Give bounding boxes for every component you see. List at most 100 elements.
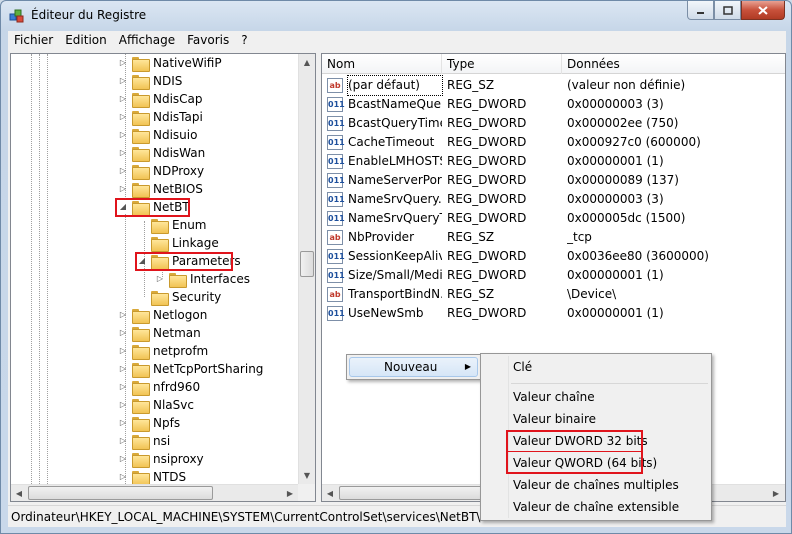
menu-item-valeur-chaine[interactable]: Valeur chaîne bbox=[513, 387, 595, 407]
tree-item[interactable]: ▷ NetBIOS bbox=[118, 180, 204, 198]
collapsed-arrow-icon[interactable]: ▷ bbox=[118, 454, 128, 464]
value-row[interactable]: 011 NameSrvQuery... REG_DWORD 0x00000003 (3… bbox=[322, 190, 785, 209]
scroll-left-icon[interactable]: ◀ bbox=[322, 485, 338, 501]
close-button[interactable] bbox=[741, 1, 785, 20]
menu-item-valeur-binaire[interactable]: Valeur binaire bbox=[513, 409, 596, 429]
folder-icon bbox=[132, 380, 150, 396]
scroll-right-icon[interactable]: ▶ bbox=[282, 485, 298, 501]
menu-item-cle[interactable]: Clé bbox=[513, 357, 532, 377]
menu-item-nouveau[interactable]: Nouveau ▶ bbox=[349, 357, 478, 377]
collapsed-arrow-icon[interactable]: ▷ bbox=[118, 76, 128, 86]
folder-icon bbox=[132, 470, 150, 484]
collapsed-arrow-icon[interactable]: ▷ bbox=[118, 184, 128, 194]
collapsed-arrow-icon[interactable]: ▷ bbox=[118, 112, 128, 122]
value-row[interactable]: 011 CacheTimeout REG_DWORD 0x000927c0 (6000… bbox=[322, 133, 785, 152]
tree-item[interactable]: ▷ Npfs bbox=[118, 414, 181, 432]
scroll-right-icon[interactable]: ▶ bbox=[768, 485, 784, 501]
value-row[interactable]: 011 EnableLMHOSTS REG_DWORD 0x00000001 (1) bbox=[322, 152, 785, 171]
tree-item[interactable]: ▷ NdisWan bbox=[118, 144, 206, 162]
tree-horizontal-scrollbar[interactable]: ◀ ▶ bbox=[11, 484, 299, 501]
scroll-up-icon[interactable]: ▲ bbox=[299, 54, 315, 71]
menu-item-valeur-chaine-extensible[interactable]: Valeur de chaîne extensible bbox=[513, 497, 679, 517]
menu-fichier[interactable]: Fichier bbox=[8, 31, 59, 50]
value-row[interactable]: 011SessionKeepAlive REG_DWORD 0x0036ee80 (… bbox=[322, 247, 785, 266]
tree-item[interactable]: ▷ NdisCap bbox=[118, 90, 204, 108]
collapsed-arrow-icon[interactable]: ▷ bbox=[155, 274, 165, 284]
tree-item[interactable]: ▷ NDIS bbox=[118, 72, 183, 90]
column-header-data[interactable]: Données bbox=[562, 54, 785, 74]
tree-item[interactable]: ▷ NdisTapi bbox=[118, 108, 204, 126]
tree-item[interactable]: Linkage bbox=[151, 234, 220, 252]
tree-item[interactable]: ▷ Netlogon bbox=[118, 306, 208, 324]
value-type: REG_DWORD bbox=[447, 211, 527, 225]
folder-icon bbox=[132, 452, 150, 468]
dword-value-icon: 011 bbox=[327, 306, 345, 321]
column-header-name[interactable]: Nom bbox=[322, 54, 442, 74]
scroll-down-icon[interactable]: ▼ bbox=[299, 467, 315, 484]
collapsed-arrow-icon[interactable]: ▷ bbox=[118, 346, 128, 356]
column-header-type[interactable]: Type bbox=[442, 54, 562, 74]
value-row[interactable]: 011Size/Small/Medi... REG_DWORD 0x00000001… bbox=[322, 266, 785, 285]
tree-item[interactable]: ▷ Netman bbox=[118, 324, 202, 342]
scroll-left-icon[interactable]: ◀ bbox=[11, 485, 27, 501]
tree-item[interactable]: Enum bbox=[151, 216, 207, 234]
new-submenu: Clé Valeur chaîne Valeur binaire Valeur … bbox=[480, 353, 712, 521]
menu-favoris[interactable]: Favoris bbox=[181, 31, 235, 50]
tree-item[interactable]: ▷ NTDS bbox=[118, 468, 187, 484]
value-row[interactable]: ab (par défaut) REG_SZ (valeur non définie) bbox=[322, 75, 785, 96]
value-data: 0x0036ee80 (3600000) bbox=[567, 249, 709, 263]
tree-item[interactable]: Security bbox=[151, 288, 222, 306]
tree-item[interactable]: ▷ nsi bbox=[118, 432, 171, 450]
folder-icon bbox=[169, 272, 187, 288]
collapsed-arrow-icon[interactable]: ▷ bbox=[118, 472, 128, 482]
tree-item-label: Linkage bbox=[172, 236, 219, 250]
tree-item-label: Npfs bbox=[153, 416, 181, 430]
key-tree-pane[interactable]: ▷ NativeWifiP ▷ NDIS ▷ NdisCap ▷ NdisTapi ▷ N… bbox=[10, 53, 316, 502]
value-row[interactable]: 011 NameServerPort REG_DWORD 0x00000089 (13… bbox=[322, 171, 785, 190]
tree-item-label: nfrd960 bbox=[153, 380, 201, 394]
collapsed-arrow-icon[interactable]: ▷ bbox=[118, 382, 128, 392]
value-row[interactable]: 011NameSrvQueryT... REG_DWORD 0x000005dc (… bbox=[322, 209, 785, 228]
value-type: REG_DWORD bbox=[447, 306, 527, 320]
tree-item[interactable]: ▷ nfrd960 bbox=[118, 378, 201, 396]
collapsed-arrow-icon[interactable]: ▷ bbox=[118, 94, 128, 104]
tree-vertical-scrollbar[interactable]: ▲ ▼ bbox=[298, 54, 315, 484]
collapsed-arrow-icon[interactable]: ▷ bbox=[118, 418, 128, 428]
tree-item[interactable]: ▷ Ndisuio bbox=[118, 126, 198, 144]
tree-item[interactable]: ▷ NDProxy bbox=[118, 162, 205, 180]
tree-item[interactable]: ▷ netprofm bbox=[118, 342, 209, 360]
tree-item-label: Security bbox=[172, 290, 222, 304]
value-row[interactable]: ab NbProvider REG_SZ _tcp bbox=[322, 228, 785, 247]
collapsed-arrow-icon[interactable]: ▷ bbox=[118, 328, 128, 338]
collapsed-arrow-icon[interactable]: ▷ bbox=[118, 310, 128, 320]
value-row[interactable]: 011BcastNameQuer... REG_DWORD 0x00000003 (… bbox=[322, 95, 785, 114]
collapsed-arrow-icon[interactable]: ▷ bbox=[118, 130, 128, 140]
menu-item-valeur-chaines-multiples[interactable]: Valeur de chaînes multiples bbox=[513, 475, 679, 495]
value-type: REG_DWORD bbox=[447, 192, 527, 206]
title-bar[interactable]: Éditeur du Registre bbox=[1, 1, 791, 31]
tree-item[interactable]: ▷ nsiproxy bbox=[118, 450, 205, 468]
value-row[interactable]: 011BcastQueryTime... REG_DWORD 0x000002ee … bbox=[322, 114, 785, 133]
qword-separator-highlight bbox=[506, 451, 643, 452]
menu-affichage[interactable]: Affichage bbox=[113, 31, 181, 50]
tree-item[interactable]: ▷ NlaSvc bbox=[118, 396, 195, 414]
minimize-button[interactable] bbox=[687, 1, 714, 20]
tree-item[interactable]: ▷ Interfaces bbox=[155, 270, 251, 288]
collapsed-arrow-icon[interactable]: ▷ bbox=[118, 400, 128, 410]
value-row[interactable]: 011 UseNewSmb REG_DWORD 0x00000001 (1) bbox=[322, 304, 785, 323]
string-value-icon: ab bbox=[327, 287, 343, 302]
value-row[interactable]: ab TransportBindN... REG_SZ \Device\ bbox=[322, 285, 785, 304]
menu-help[interactable]: ? bbox=[235, 31, 253, 50]
collapsed-arrow-icon[interactable]: ▷ bbox=[118, 148, 128, 158]
collapsed-arrow-icon[interactable]: ▷ bbox=[118, 436, 128, 446]
collapsed-arrow-icon[interactable]: ▷ bbox=[118, 166, 128, 176]
scroll-thumb[interactable] bbox=[28, 486, 213, 500]
tree-item[interactable]: ▷ NativeWifiP bbox=[118, 54, 223, 72]
tree-item-label: NativeWifiP bbox=[153, 56, 222, 70]
tree-item[interactable]: ▷ NetTcpPortSharing bbox=[118, 360, 264, 378]
menu-edition[interactable]: Edition bbox=[59, 31, 113, 50]
collapsed-arrow-icon[interactable]: ▷ bbox=[118, 364, 128, 374]
maximize-button[interactable] bbox=[714, 1, 741, 20]
collapsed-arrow-icon[interactable]: ▷ bbox=[118, 58, 128, 68]
scroll-thumb[interactable] bbox=[300, 251, 314, 277]
